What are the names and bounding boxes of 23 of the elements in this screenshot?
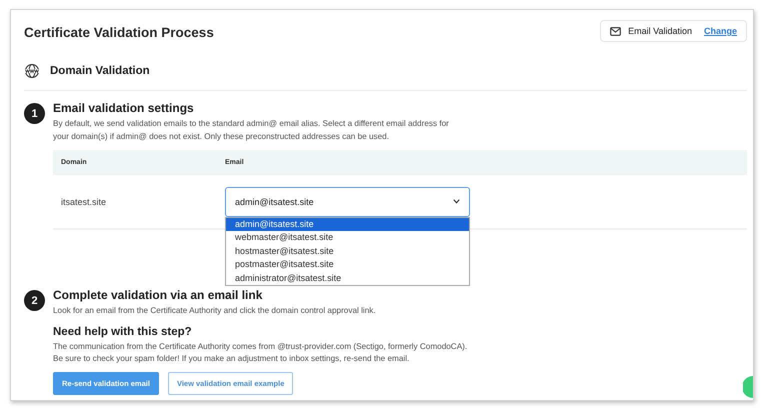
email-select[interactable]: admin@itsatest.site: [225, 186, 470, 216]
help-text: The communication from the Certificate Authority comes from @trust-provider.com (Sectigo, formerly ComodoCA). Be sure to check your spam folder! If you make an adjustment to inbox settings, re-send the email.: [53, 340, 468, 364]
chevron-icon: [453, 199, 460, 204]
section-title: Domain Validation: [50, 65, 150, 77]
email-option[interactable]: hostmaster@itsatest.site: [226, 244, 469, 258]
step-title: Complete validation via an email link: [53, 288, 264, 302]
email-option[interactable]: postmaster@itsatest.site: [226, 258, 469, 272]
step-number: 1: [24, 103, 45, 124]
email-option[interactable]: webmaster@itsatest.site: [226, 231, 469, 244]
chat-widget-icon[interactable]: [743, 376, 753, 398]
mail-icon: [610, 26, 622, 36]
step-description: By default, we send validation emails to the standard admin@ email alias. Select a different email address for your domain(s) if admin@ does not exist. Only these preconstructed addresses can be used.: [53, 118, 450, 143]
domain-cell-text: itsatest.site: [60, 196, 108, 206]
email-option[interactable]: administrator@itsatest.site: [226, 272, 469, 285]
globe-icon: [24, 63, 40, 79]
step-title: Email validation settings: [53, 101, 195, 115]
step-description: Look for an email from the Certificate Authority and click the domain control approval link.: [53, 305, 377, 317]
step-number: 2: [24, 290, 45, 311]
email-option[interactable]: admin@itsatest.site: [226, 218, 469, 231]
change-link[interactable]: Change: [704, 26, 737, 36]
page-title: Certificate Validation Process: [24, 24, 214, 40]
method-label: Email Validation: [628, 26, 692, 36]
help-title: Need help with this step?: [53, 326, 193, 338]
